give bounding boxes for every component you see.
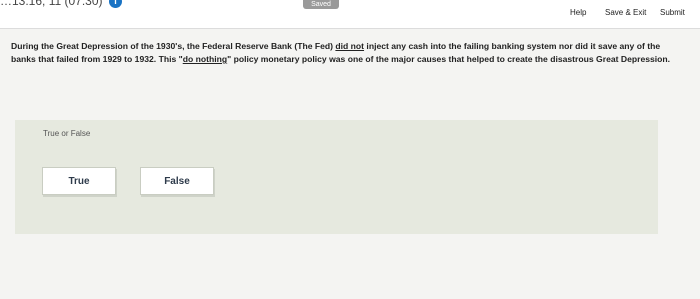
help-link[interactable]: Help (570, 8, 586, 17)
save-exit-link[interactable]: Save & Exit (605, 8, 646, 17)
timer-text: …13:16, 11 (07:30) (0, 0, 103, 8)
false-button[interactable]: False (140, 167, 214, 195)
top-bar: …13:16, 11 (07:30) i Saved Help Save & E… (0, 0, 700, 29)
answer-panel: True or False True False (15, 120, 658, 234)
info-icon[interactable]: i (109, 0, 122, 8)
question-underline-do-nothing: do nothing (182, 54, 228, 64)
saved-badge: Saved (303, 0, 339, 9)
submit-link[interactable]: Submit (660, 8, 685, 17)
question-part-3: " policy monetary policy was one of the … (227, 54, 671, 64)
question-text: During the Great Depression of the 1930'… (11, 40, 671, 66)
question-part-1: During the Great Depression of the 1930'… (11, 41, 336, 51)
question-underline-did-not: did not (335, 41, 365, 51)
true-button[interactable]: True (42, 167, 116, 195)
answer-prompt: True or False (43, 129, 91, 138)
